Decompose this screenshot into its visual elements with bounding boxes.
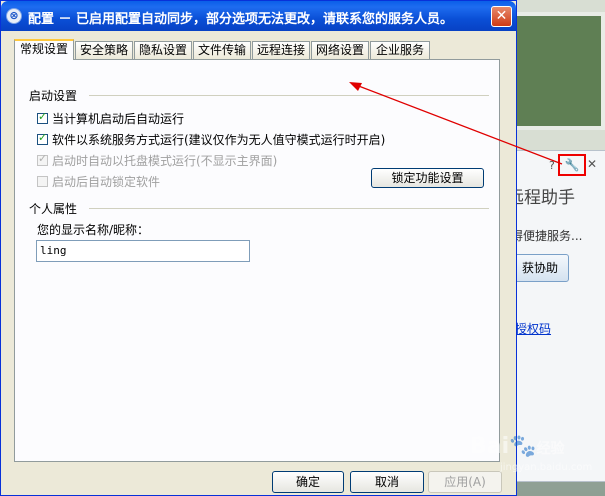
personal-group-label: 个人属性 <box>29 202 78 216</box>
auth-code-link[interactable]: 授权码 <box>515 320 551 337</box>
background-assistant-window: ? 🔧 ✕ 远程助手 得便捷服务... 获协助 授权码 <box>477 150 605 482</box>
service-mode-option[interactable]: 软件以系统服务方式运行(建议仅作为无人值守模式运行时开启) <box>37 131 385 148</box>
close-icon[interactable]: ✕ <box>587 157 597 171</box>
watermark-url: jingyan.baidu.com <box>500 462 593 473</box>
settings-wrench-icon[interactable]: 🔧 <box>558 154 586 176</box>
baidu-watermark: Bai🐾经验 <box>470 434 565 459</box>
display-name-input[interactable]: ling <box>36 240 250 262</box>
tab-file-transfer[interactable]: 文件传输 <box>193 41 251 59</box>
startup-group-divider <box>89 95 489 96</box>
cancel-button[interactable]: 取消 <box>350 471 424 493</box>
service-mode-checkbox[interactable] <box>37 131 48 145</box>
auto-lock-label: 启动后自动锁定软件 <box>52 175 161 189</box>
apply-button: 应用(A) <box>428 471 502 493</box>
tab-panel-general: 启动设置 当计算机启动后自动运行 软件以系统服务方式运行(建议仅作为无人值守模式… <box>14 59 500 462</box>
tab-general[interactable]: 常规设置 <box>14 39 74 60</box>
lock-settings-button[interactable]: 锁定功能设置 <box>371 168 484 188</box>
assistant-description: 得便捷服务... <box>511 229 583 243</box>
tab-privacy[interactable]: 隐私设置 <box>134 41 192 59</box>
auto-lock-option: 启动后自动锁定软件 <box>37 173 160 190</box>
help-icon[interactable]: ? <box>549 159 555 172</box>
autostart-option[interactable]: 当计算机启动后自动运行 <box>37 110 184 127</box>
auto-lock-checkbox <box>37 176 48 187</box>
tab-network[interactable]: 网络设置 <box>311 41 369 59</box>
close-button[interactable]: ✕ <box>491 6 512 27</box>
watermark-brand: Bai <box>470 434 510 459</box>
window-title: 配置 － 已启用配置自动同步，部分选项无法更改，请联系您的服务人员。 <box>28 12 454 27</box>
tab-security[interactable]: 安全策略 <box>75 41 133 59</box>
autostart-checkbox[interactable] <box>37 110 48 124</box>
dialog-body: 常规设置 安全策略 隐私设置 文件传输 远程连接 网络设置 企业服务 启动设置 … <box>4 31 513 493</box>
desktop-picture <box>512 12 605 130</box>
tray-mode-option: 启动时自动以托盘模式运行(不显示主界面) <box>37 152 277 169</box>
ok-button[interactable]: 确定 <box>272 471 344 493</box>
paw-icon: 🐾 <box>509 434 537 459</box>
tab-remote-connection[interactable]: 远程连接 <box>252 41 310 59</box>
watermark-suffix: 经验 <box>536 441 565 457</box>
autostart-label: 当计算机启动后自动运行 <box>52 112 185 126</box>
app-logo-icon: ⊗ <box>6 8 22 24</box>
title-bar[interactable]: ⊗ 配置 － 已启用配置自动同步，部分选项无法更改，请联系您的服务人员。 ✕ <box>1 1 516 31</box>
config-dialog: ⊗ 配置 － 已启用配置自动同步，部分选项无法更改，请联系您的服务人员。 ✕ 常… <box>0 0 517 496</box>
startup-group-label: 启动设置 <box>29 89 78 103</box>
tab-enterprise[interactable]: 企业服务 <box>370 41 430 59</box>
tray-mode-label: 启动时自动以托盘模式运行(不显示主界面) <box>52 154 278 168</box>
service-mode-label: 软件以系统服务方式运行(建议仅作为无人值守模式运行时开启) <box>52 133 386 147</box>
assistant-title: 远程助手 <box>507 188 575 208</box>
tray-mode-checkbox <box>37 152 48 166</box>
display-name-label: 您的显示名称/昵称： <box>37 223 150 237</box>
personal-group-divider <box>89 208 489 209</box>
